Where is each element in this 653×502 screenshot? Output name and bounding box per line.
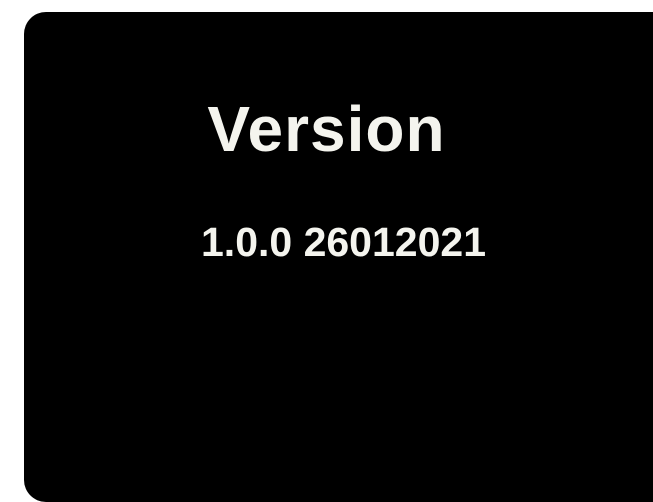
version-title: Version	[207, 93, 446, 165]
version-number: 1.0.0 26012021	[201, 219, 486, 265]
